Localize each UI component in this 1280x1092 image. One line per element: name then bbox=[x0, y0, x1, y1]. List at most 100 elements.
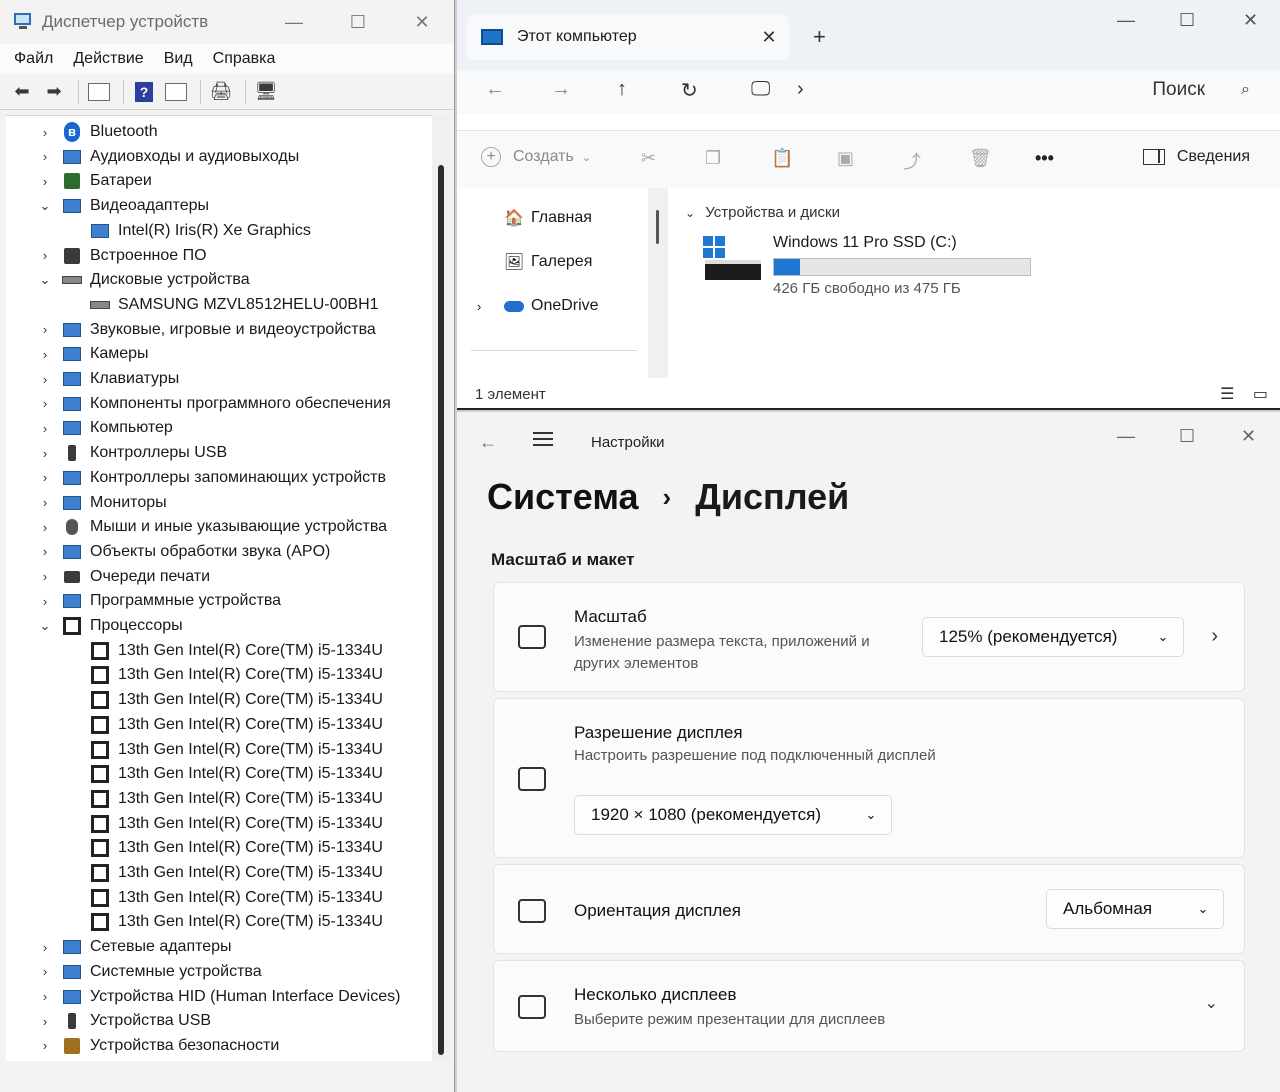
tree-item[interactable]: 13th Gen Intel(R) Core(TM) i5-1334U bbox=[90, 663, 383, 687]
tree-item[interactable]: 13th Gen Intel(R) Core(TM) i5-1334U bbox=[90, 713, 383, 737]
chevron-right-icon[interactable]: › bbox=[38, 594, 52, 609]
list-view-icon[interactable]: ☰ bbox=[1220, 386, 1234, 403]
view-icon[interactable] bbox=[162, 80, 190, 104]
monitor-icon[interactable]: 🖵 bbox=[751, 78, 770, 101]
cut-icon[interactable]: ✂ bbox=[641, 148, 656, 169]
tree-item[interactable]: › Сетевые адаптеры bbox=[38, 935, 232, 959]
close-tab-icon[interactable]: ✕ bbox=[749, 27, 789, 48]
tree-item[interactable]: › Встроенное ПО bbox=[38, 244, 207, 268]
tree-item[interactable]: › Очереди печати bbox=[38, 565, 210, 589]
maximize-button[interactable]: ☐ bbox=[326, 12, 390, 33]
menu-action[interactable]: Действие bbox=[73, 50, 143, 68]
nav-item-home[interactable]: 🏠 Главная bbox=[503, 208, 592, 228]
details-button[interactable]: Сведения bbox=[1142, 148, 1250, 166]
nav-item-onedrive[interactable]: › OneDrive bbox=[477, 296, 599, 316]
share-icon[interactable]: ⤴ bbox=[903, 148, 921, 174]
chevron-down-icon[interactable]: ⌄ bbox=[38, 618, 52, 634]
nav-item-gallery[interactable]: 🖼 Галерея bbox=[503, 252, 593, 272]
chevron-right-icon[interactable]: › bbox=[38, 964, 52, 979]
close-button[interactable]: ✕ bbox=[390, 12, 454, 33]
multiple-displays-card[interactable]: Несколько дисплеев Выберите режим презен… bbox=[493, 960, 1245, 1052]
menu-view[interactable]: Вид bbox=[164, 50, 193, 68]
chevron-right-icon[interactable]: › bbox=[477, 299, 481, 314]
help-icon[interactable]: ? bbox=[130, 80, 158, 104]
update-driver-icon[interactable]: 🖨 bbox=[207, 80, 235, 104]
search-box[interactable]: Поиск ⌕ bbox=[1152, 79, 1250, 101]
minimize-button[interactable]: — bbox=[1117, 10, 1135, 31]
maximize-button[interactable]: ☐ bbox=[1179, 10, 1195, 31]
tree-item[interactable]: 13th Gen Intel(R) Core(TM) i5-1334U bbox=[90, 812, 383, 836]
tree-item[interactable]: › Программные устройства bbox=[38, 589, 281, 613]
chevron-right-icon[interactable]: › bbox=[38, 248, 52, 263]
tab-this-pc[interactable]: Этот компьютер ✕ bbox=[467, 14, 789, 60]
minimize-button[interactable]: — bbox=[262, 12, 326, 33]
create-button[interactable]: + Создать ⌄ bbox=[481, 147, 591, 167]
tree-item[interactable]: › Устройства HID (Human Interface Devices… bbox=[38, 985, 401, 1009]
tree-item[interactable]: › Батареи bbox=[38, 169, 152, 193]
scale-card[interactable]: Масштаб Изменение размера текста, прилож… bbox=[493, 582, 1245, 692]
tree-item[interactable]: › Звуковые, игровые и видеоустройства bbox=[38, 318, 376, 342]
nav-scrollbar[interactable] bbox=[648, 188, 668, 378]
tree-item[interactable]: 13th Gen Intel(R) Core(TM) i5-1334U bbox=[90, 639, 383, 663]
chevron-right-icon[interactable]: › bbox=[1211, 625, 1218, 648]
chevron-right-icon[interactable]: › bbox=[797, 78, 804, 101]
tree-item[interactable]: › Компьютер bbox=[38, 416, 173, 440]
tree-item[interactable]: › Системные устройства bbox=[38, 960, 262, 984]
chevron-right-icon[interactable]: › bbox=[38, 1038, 52, 1053]
tree-item[interactable]: › Компоненты программного обеспечения bbox=[38, 392, 391, 416]
new-tab-button[interactable]: + bbox=[813, 24, 826, 50]
back-arrow-icon[interactable]: ⬅ bbox=[8, 80, 36, 104]
tree-item[interactable]: 13th Gen Intel(R) Core(TM) i5-1334U bbox=[90, 762, 383, 786]
chevron-right-icon[interactable]: › bbox=[38, 470, 52, 485]
tree-item[interactable]: 13th Gen Intel(R) Core(TM) i5-1334U bbox=[90, 836, 383, 860]
tree-item[interactable]: › Устройства USB bbox=[38, 1009, 211, 1033]
chevron-right-icon[interactable]: › bbox=[38, 322, 52, 337]
chevron-right-icon[interactable]: › bbox=[38, 372, 52, 387]
rename-icon[interactable]: ▣ bbox=[837, 148, 854, 169]
tree-item[interactable]: 13th Gen Intel(R) Core(TM) i5-1334U bbox=[90, 688, 383, 712]
resolution-dropdown[interactable]: 1920 × 1080 (рекомендуется) ⌄ bbox=[574, 795, 892, 835]
maximize-button[interactable]: ☐ bbox=[1179, 426, 1195, 447]
chevron-down-icon[interactable]: ⌄ bbox=[38, 272, 52, 288]
tree-item[interactable]: 13th Gen Intel(R) Core(TM) i5-1334U bbox=[90, 910, 383, 934]
chevron-right-icon[interactable]: › bbox=[38, 421, 52, 436]
tree-item[interactable]: 13th Gen Intel(R) Core(TM) i5-1334U bbox=[90, 886, 383, 910]
tree-item[interactable]: ⌄ Процессоры bbox=[38, 614, 183, 638]
minimize-button[interactable]: — bbox=[1117, 426, 1135, 447]
tree-item[interactable]: › Мыши и иные указывающие устройства bbox=[38, 515, 387, 539]
forward-arrow-icon[interactable]: ➡ bbox=[40, 80, 68, 104]
menu-file[interactable]: Файл bbox=[14, 50, 53, 68]
up-arrow-icon[interactable]: ↑ bbox=[617, 78, 627, 101]
drive-icon[interactable] bbox=[703, 236, 761, 284]
tree-item[interactable]: › Объекты обработки звука (APO) bbox=[38, 540, 331, 564]
close-button[interactable]: ✕ bbox=[1241, 426, 1256, 447]
tree-item[interactable]: › Клавиатуры bbox=[38, 367, 179, 391]
tree-item[interactable]: › Камеры bbox=[38, 342, 149, 366]
orientation-dropdown[interactable]: Альбомная ⌄ bbox=[1046, 889, 1224, 929]
drive-name[interactable]: Windows 11 Pro SSD (C:) bbox=[773, 234, 957, 252]
tiles-view-icon[interactable]: ▭ bbox=[1253, 386, 1268, 403]
chevron-right-icon[interactable]: › bbox=[38, 174, 52, 189]
tree-item[interactable]: Intel(R) Iris(R) Xe Graphics bbox=[90, 219, 311, 243]
scrollbar-thumb[interactable] bbox=[438, 165, 444, 1055]
chevron-right-icon[interactable]: › bbox=[38, 396, 52, 411]
paste-icon[interactable]: 📋 bbox=[771, 148, 793, 169]
breadcrumb-system[interactable]: Система bbox=[487, 476, 639, 518]
refresh-icon[interactable]: ↻ bbox=[681, 78, 698, 103]
scale-dropdown[interactable]: 125% (рекомендуется) ⌄ bbox=[922, 617, 1184, 657]
vertical-scrollbar[interactable] bbox=[432, 115, 452, 1061]
back-arrow-icon[interactable]: ← bbox=[479, 432, 497, 453]
scrollbar-thumb[interactable] bbox=[656, 210, 659, 244]
chevron-right-icon[interactable]: › bbox=[38, 989, 52, 1004]
tree-item[interactable]: 13th Gen Intel(R) Core(TM) i5-1334U bbox=[90, 738, 383, 762]
chevron-right-icon[interactable]: › bbox=[38, 149, 52, 164]
tree-item[interactable]: 13th Gen Intel(R) Core(TM) i5-1334U bbox=[90, 787, 383, 811]
chevron-right-icon[interactable]: › bbox=[38, 125, 52, 140]
chevron-right-icon[interactable]: › bbox=[38, 347, 52, 362]
hamburger-menu-icon[interactable] bbox=[533, 432, 553, 450]
tree-item[interactable]: › Аудиовходы и аудиовыходы bbox=[38, 145, 299, 169]
chevron-right-icon[interactable]: › bbox=[38, 1014, 52, 1029]
chevron-down-icon[interactable]: ⌄ bbox=[1205, 993, 1218, 1013]
tree-item[interactable]: 13th Gen Intel(R) Core(TM) i5-1334U bbox=[90, 861, 383, 885]
chevron-right-icon[interactable]: › bbox=[38, 495, 52, 510]
